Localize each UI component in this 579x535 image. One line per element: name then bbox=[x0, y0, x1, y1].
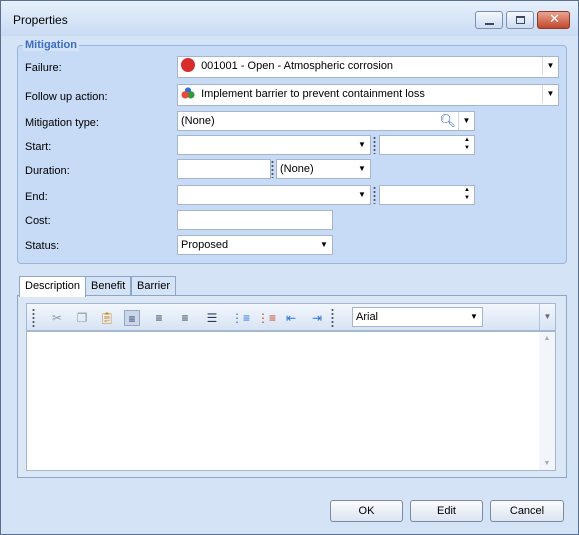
edit-button[interactable]: Edit bbox=[410, 500, 483, 522]
editor-toolbar: ✂ ❐ 📋︎ ≡ ≡ ≡ ☰ ⋮≡ ⋮≡ ⇤ ⇥ Arial ▼ ▼ bbox=[26, 303, 556, 331]
toolbar-grip[interactable] bbox=[32, 308, 35, 328]
search-icon[interactable]: 🔍︎ bbox=[439, 112, 456, 130]
minimize-button[interactable] bbox=[475, 11, 503, 29]
start-time-spinner[interactable]: ▲ ▼ bbox=[379, 135, 475, 155]
cost-label: Cost: bbox=[25, 215, 51, 227]
close-icon: ✕ bbox=[549, 12, 560, 27]
chevron-down-icon[interactable]: ▼ bbox=[354, 186, 370, 204]
duration-label: Duration: bbox=[25, 165, 70, 177]
splitter-handle[interactable] bbox=[373, 136, 376, 154]
start-date-dropdown[interactable]: ▼ bbox=[177, 135, 371, 155]
follow-up-label: Follow up action: bbox=[25, 91, 108, 103]
chevron-down-icon[interactable]: ▼ bbox=[316, 236, 332, 254]
cut-icon[interactable]: ✂ bbox=[49, 310, 65, 326]
indent-icon[interactable]: ⇥ bbox=[309, 310, 325, 326]
end-date-dropdown[interactable]: ▼ bbox=[177, 185, 371, 205]
end-label: End: bbox=[25, 191, 48, 203]
vertical-scrollbar[interactable]: ▲ ▼ bbox=[539, 332, 555, 470]
toolbar-grip[interactable] bbox=[331, 308, 334, 328]
failure-label: Failure: bbox=[25, 62, 62, 74]
align-right-icon[interactable]: ≡ bbox=[177, 310, 193, 326]
follow-up-dropdown[interactable]: Implement barrier to prevent containment… bbox=[177, 84, 559, 106]
align-left-icon[interactable]: ≡ bbox=[124, 310, 140, 326]
duration-unit-dropdown[interactable]: (None) ▼ bbox=[276, 159, 371, 179]
paste-icon[interactable]: 📋︎ bbox=[99, 310, 115, 326]
splitter-handle[interactable] bbox=[373, 186, 376, 204]
numbered-list-icon[interactable]: ⋮≡ bbox=[257, 310, 276, 326]
chevron-down-icon[interactable]: ▼ bbox=[466, 308, 482, 326]
chevron-down-icon[interactable]: ▼ bbox=[354, 160, 370, 178]
mitigation-group-title: Mitigation bbox=[23, 39, 79, 51]
duration-input[interactable] bbox=[177, 159, 271, 179]
cost-input[interactable] bbox=[177, 210, 333, 230]
tab-barrier[interactable]: Barrier bbox=[131, 276, 177, 296]
tab-description-label: Description bbox=[25, 280, 81, 292]
copy-icon[interactable]: ❐ bbox=[74, 310, 90, 326]
failure-dropdown[interactable]: 001001 - Open - Atmospheric corrosion ▼ bbox=[177, 56, 559, 78]
duration-unit-value: (None) bbox=[280, 163, 314, 175]
start-label: Start: bbox=[25, 141, 52, 153]
align-center-icon[interactable]: ≡ bbox=[151, 310, 167, 326]
end-time-spinner[interactable]: ▲ ▼ bbox=[379, 185, 475, 205]
mitigation-type-value: (None) bbox=[181, 115, 215, 127]
minimize-icon bbox=[485, 23, 494, 25]
chevron-down-icon[interactable]: ▼ bbox=[542, 85, 558, 103]
chevron-down-icon[interactable]: ▼ bbox=[542, 57, 558, 75]
chevron-down-icon[interactable]: ▼ bbox=[354, 136, 370, 154]
failure-value: 001001 - Open - Atmospheric corrosion bbox=[201, 60, 394, 72]
scroll-down-icon[interactable]: ▼ bbox=[539, 460, 555, 467]
mitigation-type-label: Mitigation type: bbox=[25, 117, 99, 129]
mitigation-type-dropdown[interactable]: (None) 🔍︎ ▼ bbox=[177, 111, 475, 131]
follow-up-action-icon bbox=[181, 87, 195, 100]
cancel-button[interactable]: Cancel bbox=[490, 500, 564, 522]
tab-benefit-label: Benefit bbox=[91, 280, 126, 292]
ok-button[interactable]: OK bbox=[330, 500, 403, 522]
maximize-button[interactable] bbox=[506, 11, 534, 29]
tab-barrier-label: Barrier bbox=[137, 280, 171, 292]
spinner-arrows-icon[interactable]: ▲ ▼ bbox=[460, 186, 474, 204]
follow-up-value: Implement barrier to prevent containment… bbox=[201, 88, 425, 100]
spinner-arrows-icon[interactable]: ▲ ▼ bbox=[460, 136, 474, 154]
status-label: Status: bbox=[25, 240, 60, 252]
justify-icon[interactable]: ☰ bbox=[204, 310, 220, 326]
window-title: Properties bbox=[13, 13, 68, 27]
scroll-up-icon[interactable]: ▲ bbox=[539, 335, 555, 342]
close-button[interactable]: ✕ bbox=[537, 11, 570, 29]
title-bar: Properties ✕ bbox=[1, 1, 578, 36]
tab-description[interactable]: Description bbox=[19, 276, 87, 297]
tab-benefit[interactable]: Benefit bbox=[85, 276, 132, 296]
chevron-down-icon[interactable]: ▼ bbox=[458, 112, 474, 130]
splitter-handle[interactable] bbox=[271, 160, 274, 178]
outdent-icon[interactable]: ⇤ bbox=[283, 310, 299, 326]
bullet-list-icon[interactable]: ⋮≡ bbox=[231, 310, 250, 326]
properties-window: Properties ✕ Mitigation Failure: 001001 … bbox=[0, 0, 579, 535]
font-value: Arial bbox=[356, 311, 379, 323]
toolbar-overflow-icon[interactable]: ▼ bbox=[539, 304, 555, 330]
description-editor[interactable]: ▲ ▼ bbox=[26, 331, 556, 471]
maximize-icon bbox=[516, 16, 525, 24]
status-value: Proposed bbox=[181, 239, 229, 251]
status-dropdown[interactable]: Proposed ▼ bbox=[177, 235, 333, 255]
font-dropdown[interactable]: Arial ▼ bbox=[352, 307, 483, 327]
failure-status-icon bbox=[181, 58, 195, 73]
